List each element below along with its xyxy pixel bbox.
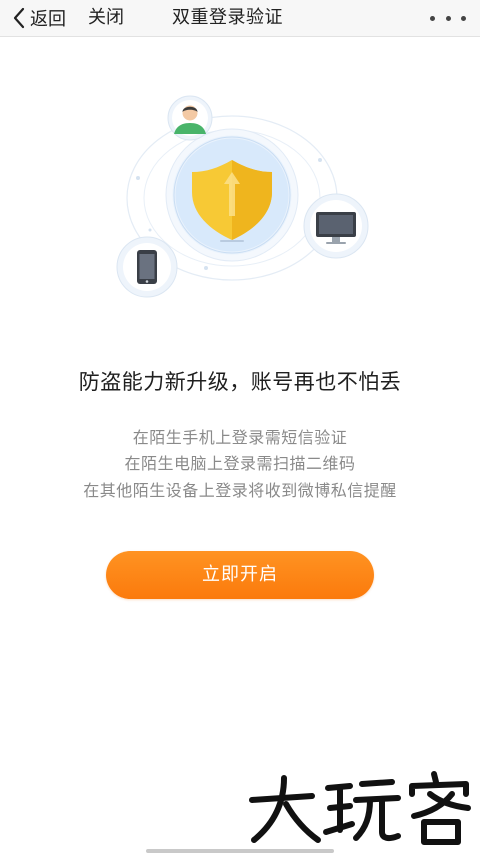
nav-bar: 返回 关闭 双重登录验证 xyxy=(0,0,480,37)
page-title: 双重登录验证 xyxy=(172,7,283,28)
watermark-logo xyxy=(249,771,471,845)
back-button[interactable]: 返回 xyxy=(12,3,66,33)
description-line: 在其他陌生设备上登录将收到微博私信提醒 xyxy=(83,481,397,500)
enable-button[interactable]: 立即开启 xyxy=(106,551,374,599)
security-illustration xyxy=(116,95,369,298)
back-label: 返回 xyxy=(30,9,66,30)
user-avatar-icon xyxy=(167,95,213,141)
description-line: 在陌生电脑上登录需扫描二维码 xyxy=(124,454,356,473)
more-dots-icon[interactable] xyxy=(430,6,466,30)
page: 返回 关闭 双重登录验证 防盗能力新升级，账号再也不怕丢 在陌生手机上登录需短信… xyxy=(0,0,480,855)
shield-icon xyxy=(165,128,299,262)
description-line: 在陌生手机上登录需短信验证 xyxy=(132,428,348,447)
home-indicator xyxy=(146,849,334,853)
headline: 防盗能力新升级，账号再也不怕丢 xyxy=(78,370,402,394)
close-button[interactable]: 关闭 xyxy=(88,3,124,33)
chevron-left-icon xyxy=(13,7,25,29)
phone-icon xyxy=(116,236,178,298)
monitor-icon xyxy=(303,193,369,259)
